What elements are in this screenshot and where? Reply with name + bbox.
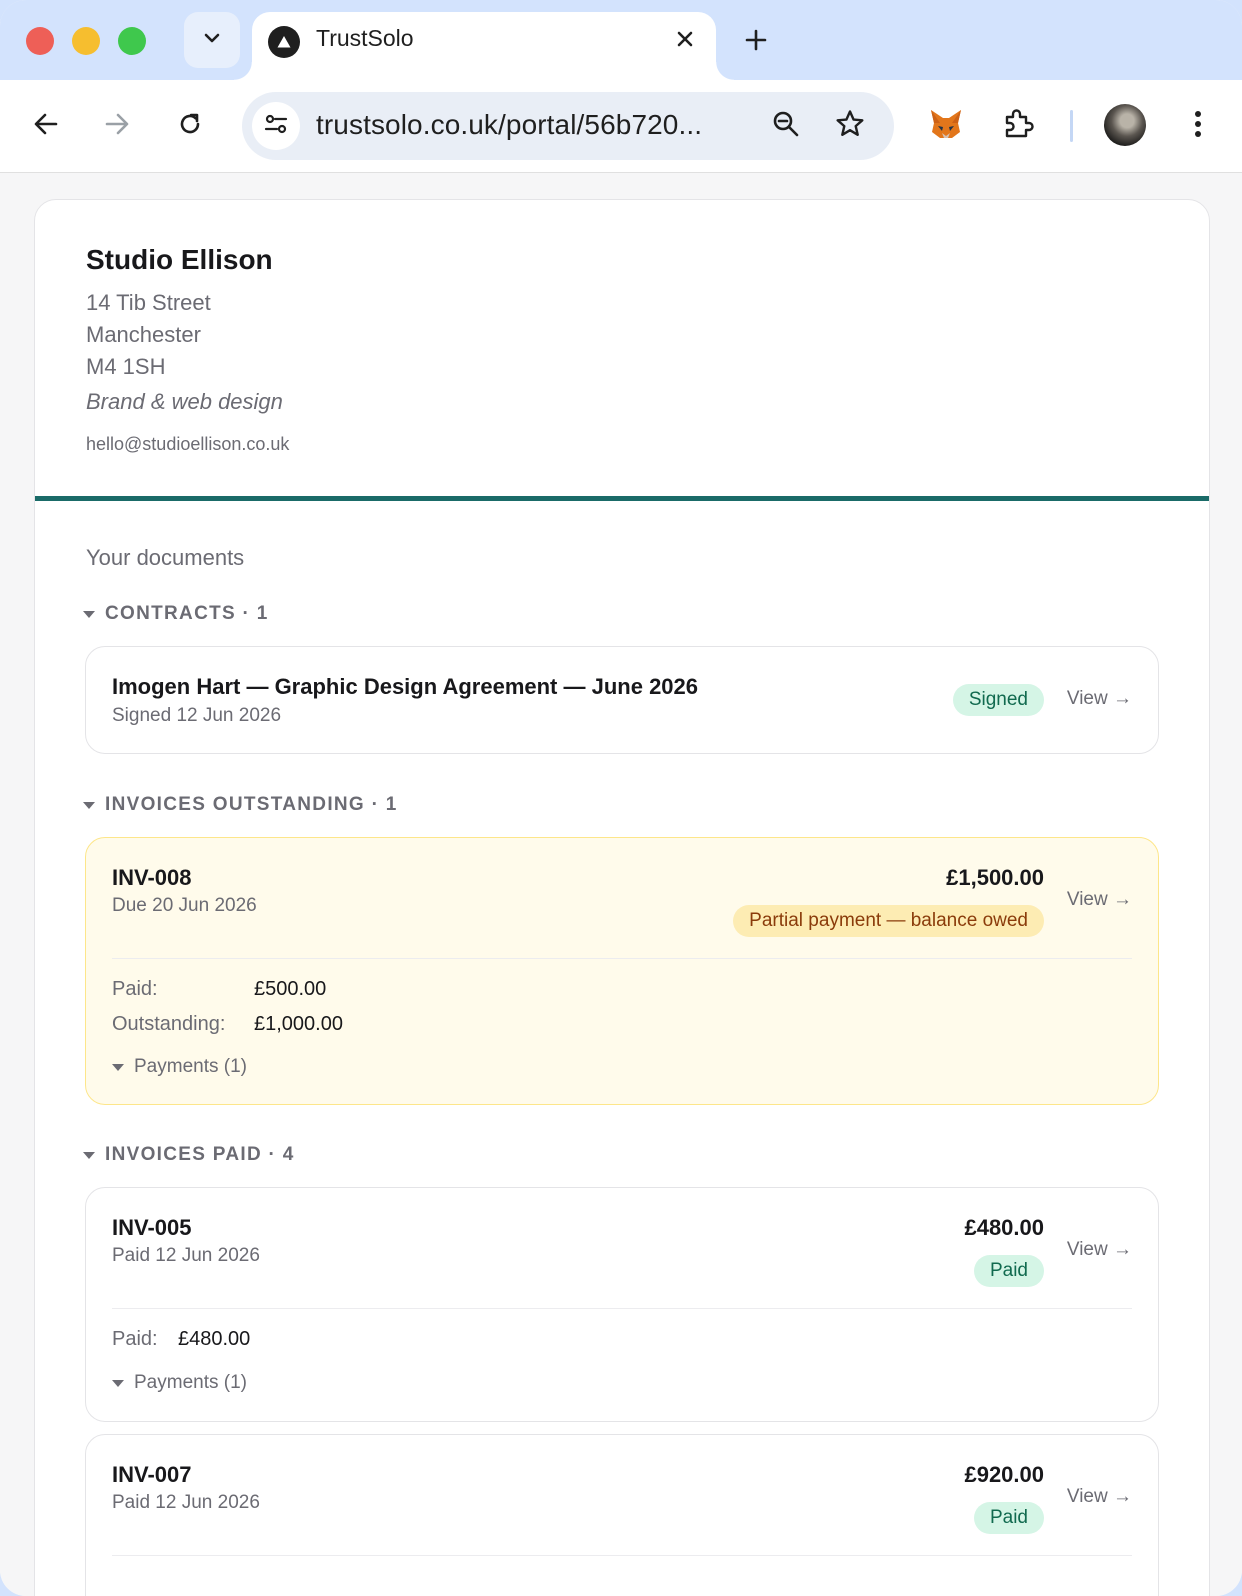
invoice-number: INV-007	[112, 1462, 192, 1487]
menu-button[interactable]	[1174, 102, 1222, 150]
status-badge: Signed	[952, 684, 1044, 716]
contract-title: Imogen Hart — Graphic Design Agreement —…	[112, 674, 699, 699]
outstanding-value: £1,000.00	[254, 1013, 343, 1035]
business-name: Studio Ellison	[86, 244, 273, 275]
contract-row[interactable]: Imogen Hart — Graphic Design Agreement —…	[85, 646, 1159, 754]
invoice-amount: £920.00	[964, 1462, 1044, 1487]
star-icon	[834, 108, 866, 145]
zoom-button[interactable]	[762, 102, 810, 150]
outstanding-label: Outstanding:	[112, 1013, 226, 1035]
tab-title: TrustSolo	[316, 25, 414, 51]
reload-button[interactable]	[166, 102, 214, 150]
close-window-button[interactable]	[26, 27, 54, 55]
invoice-row-outstanding[interactable]: INV-008 Due 20 Jun 2026 £1,500.00 Partia…	[85, 837, 1159, 1105]
puzzle-icon	[1001, 107, 1035, 146]
back-button[interactable]	[22, 102, 70, 150]
reload-icon	[176, 110, 204, 143]
documents-heading: Your documents	[86, 545, 245, 570]
caret-down-icon	[112, 1063, 124, 1071]
contracts-section-toggle[interactable]: CONTRACTS · 1	[83, 603, 269, 625]
forward-button[interactable]	[93, 102, 141, 150]
section-heading: CONTRACTS · 1	[105, 603, 269, 624]
invoice-paid-date: Paid 12 Jun 2026	[112, 1492, 260, 1513]
page-viewport: Studio Ellison 14 Tib Street Manchester …	[0, 173, 1242, 1596]
outstanding-section-toggle[interactable]: INVOICES OUTSTANDING · 1	[83, 794, 398, 816]
view-link[interactable]: View →	[1067, 1239, 1132, 1261]
section-heading: INVOICES OUTSTANDING · 1	[105, 794, 398, 815]
address-line: 14 Tib Street	[86, 290, 211, 315]
invoice-due-date: Due 20 Jun 2026	[112, 895, 257, 916]
status-badge: Partial payment — balance owed	[733, 905, 1044, 937]
close-icon	[675, 29, 695, 54]
view-link[interactable]: View →	[1067, 1486, 1132, 1508]
invoice-amount: £1,500.00	[946, 865, 1044, 890]
paid-section-toggle[interactable]: INVOICES PAID · 4	[83, 1144, 295, 1166]
invoice-amount: £480.00	[964, 1215, 1044, 1240]
paid-value: £500.00	[254, 978, 327, 1000]
caret-down-icon	[112, 1379, 124, 1387]
caret-down-icon	[83, 610, 95, 618]
view-link[interactable]: View →	[1067, 889, 1132, 911]
new-tab-button[interactable]	[734, 20, 778, 64]
business-tagline: Brand & web design	[86, 389, 283, 414]
toolbar-divider	[1070, 110, 1073, 142]
accent-divider	[35, 496, 1209, 501]
status-badge: Paid	[973, 1502, 1044, 1534]
payments-toggle[interactable]: Payments (1)	[112, 1372, 247, 1394]
invoice-number: INV-008	[112, 865, 192, 890]
maximize-window-button[interactable]	[118, 27, 146, 55]
fox-icon	[928, 106, 964, 147]
paid-value: £480.00	[178, 1328, 251, 1350]
arrow-left-icon	[32, 110, 60, 143]
zoom-out-icon	[771, 109, 801, 144]
payments-label: Payments (1)	[134, 1056, 247, 1077]
favicon-icon	[268, 26, 300, 58]
browser-window: TrustSolo trustsolo.co.uk/portal/56b720.…	[0, 0, 1242, 1596]
tab-search-button[interactable]	[184, 12, 240, 68]
bookmark-button[interactable]	[826, 102, 874, 150]
payments-toggle[interactable]: Payments (1)	[112, 1056, 247, 1078]
business-email[interactable]: hello@studioellison.co.uk	[86, 434, 289, 455]
caret-down-icon	[83, 1151, 95, 1159]
row-divider	[112, 1555, 1132, 1556]
row-divider	[112, 1308, 1132, 1309]
payments-label: Payments (1)	[134, 1372, 247, 1393]
address-bar[interactable]: trustsolo.co.uk/portal/56b720...	[242, 92, 894, 160]
portal-card: Studio Ellison 14 Tib Street Manchester …	[34, 199, 1210, 1596]
tab-strip: TrustSolo	[0, 0, 1242, 80]
minimize-window-button[interactable]	[72, 27, 100, 55]
view-link[interactable]: View →	[1067, 688, 1132, 710]
address-postcode: M4 1SH	[86, 354, 166, 379]
chevron-down-icon	[201, 27, 223, 54]
url-text[interactable]: trustsolo.co.uk/portal/56b720...	[316, 109, 702, 141]
site-info-button[interactable]	[252, 102, 300, 150]
paid-label: Paid:	[112, 1328, 158, 1350]
extensions-button[interactable]	[994, 102, 1042, 150]
caret-down-icon	[83, 801, 95, 809]
invoice-row-paid[interactable]: INV-007 Paid 12 Jun 2026 £920.00 Paid Vi…	[85, 1434, 1159, 1596]
status-badge: Paid	[973, 1255, 1044, 1287]
address-line: Manchester	[86, 322, 201, 347]
tab-trustsolo[interactable]: TrustSolo	[234, 12, 734, 80]
invoice-paid-date: Paid 12 Jun 2026	[112, 1245, 260, 1266]
more-vertical-icon	[1193, 109, 1203, 144]
profile-avatar[interactable]	[1104, 104, 1146, 146]
invoice-number: INV-005	[112, 1215, 192, 1240]
tune-icon	[262, 110, 290, 143]
plus-icon	[744, 28, 768, 57]
arrow-right-icon	[103, 110, 131, 143]
close-tab-button[interactable]	[668, 24, 702, 58]
contract-date: Signed 12 Jun 2026	[112, 705, 282, 726]
section-heading: INVOICES PAID · 4	[105, 1144, 295, 1165]
metamask-extension-button[interactable]	[922, 102, 970, 150]
invoice-row-paid[interactable]: INV-005 Paid 12 Jun 2026 £480.00 Paid Vi…	[85, 1187, 1159, 1422]
row-divider	[112, 958, 1132, 959]
browser-toolbar: trustsolo.co.uk/portal/56b720...	[0, 80, 1242, 173]
paid-label: Paid:	[112, 978, 158, 1000]
